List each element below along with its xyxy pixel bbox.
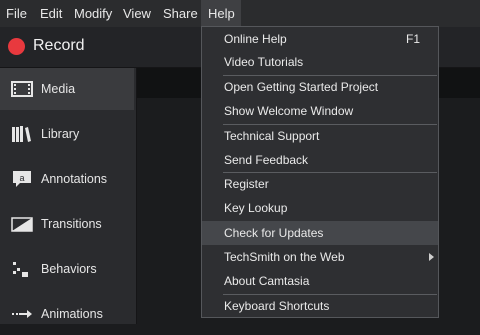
annotation-icon: a [13,171,31,187]
menu-item-label: Key Lookup [224,201,288,215]
menu-item-keyboard-shortcuts[interactable]: Keyboard Shortcuts [202,294,438,318]
sidebar-item-library[interactable]: Library [0,113,134,155]
sidebar-item-behaviors[interactable]: Behaviors [0,248,134,290]
record-icon[interactable] [8,38,25,55]
film-icon [11,81,33,97]
menu-item-label: Online Help [224,32,287,46]
menu-modify[interactable]: Modify [74,0,112,27]
sidebar-item-label: Annotations [41,172,108,186]
menu-item-open-getting-started[interactable]: Open Getting Started Project [202,75,438,99]
menu-edit[interactable]: Edit [40,0,62,27]
menu-item-label: Video Tutorials [224,55,304,69]
menu-item-technical-support[interactable]: Technical Support [202,124,438,148]
sidebar-item-label: Media [41,82,76,96]
sidebar-item-label: Transitions [41,217,102,231]
tools-sidebar: Media Library a Annotations Transitions … [0,68,136,324]
menu-item-label: TechSmith on the Web [224,250,345,264]
menu-item-label: Send Feedback [224,153,309,167]
sidebar-item-label: Behaviors [41,262,97,276]
menu-item-label: Register [224,177,269,191]
help-menu-dropdown: Online Help F1 Video Tutorials Open Gett… [201,26,439,318]
submenu-arrow-icon [429,253,434,261]
svg-text:a: a [19,173,24,183]
menu-item-key-lookup[interactable]: Key Lookup [202,196,438,220]
menu-help[interactable]: Help [201,0,241,27]
menu-item-about-camtasia[interactable]: About Camtasia [202,269,438,293]
menu-item-online-help[interactable]: Online Help F1 [202,27,438,51]
books-icon [12,126,31,142]
sidebar-item-animations[interactable]: Animations [0,293,134,335]
menu-item-label: Open Getting Started Project [224,80,379,94]
menu-item-shortcut: F1 [405,32,420,46]
menu-view[interactable]: View [123,0,151,27]
record-button[interactable]: Record [33,37,85,55]
behaviors-icon [13,262,28,277]
sidebar-item-label: Library [41,127,80,141]
menu-item-register[interactable]: Register [202,172,438,196]
menu-item-send-feedback[interactable]: Send Feedback [202,148,438,172]
sidebar-item-transitions[interactable]: Transitions [0,203,134,245]
menu-item-label: About Camtasia [224,274,310,288]
menu-item-techsmith-on-web[interactable]: TechSmith on the Web [202,245,438,269]
menu-item-label: Technical Support [224,129,320,143]
transition-icon [11,217,33,232]
menu-bar: File Edit Modify View Share Help [0,0,480,27]
menu-item-label: Show Welcome Window [224,104,354,118]
menu-item-show-welcome-window[interactable]: Show Welcome Window [202,99,438,123]
sidebar-item-media[interactable]: Media [0,68,134,110]
menu-item-check-for-updates[interactable]: Check for Updates [202,221,438,245]
sidebar-item-annotations[interactable]: a Annotations [0,158,134,200]
menu-file[interactable]: File [6,0,27,27]
animation-arrow-icon [12,310,32,318]
sidebar-item-label: Animations [41,307,103,321]
menu-item-label: Keyboard Shortcuts [224,299,330,313]
menu-share[interactable]: Share [163,0,198,27]
menu-item-label: Check for Updates [224,226,324,240]
menu-item-video-tutorials[interactable]: Video Tutorials [202,50,438,74]
